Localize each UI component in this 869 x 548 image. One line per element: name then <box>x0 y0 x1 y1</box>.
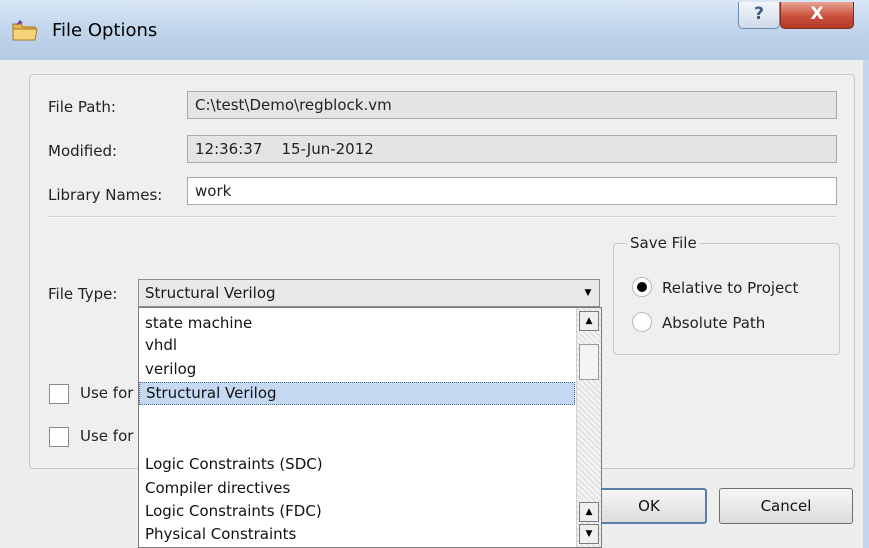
library-names-label: Library Names: <box>48 186 163 204</box>
title-bar: File Options ? X <box>0 0 869 60</box>
list-item[interactable]: Logic Constraints (FDC) <box>139 500 575 523</box>
window-title: File Options <box>52 20 158 41</box>
use-for-checkbox-2[interactable] <box>49 427 69 447</box>
cancel-button[interactable]: Cancel <box>719 488 853 524</box>
arrow-down-icon[interactable]: ▼ <box>579 524 599 544</box>
file-type-select[interactable]: Structural Verilog ▼ <box>138 279 600 307</box>
radio-relative-to-project[interactable] <box>632 277 652 297</box>
arrow-up-icon[interactable]: ▲ <box>579 311 599 331</box>
list-item[interactable]: Physical Constraints <box>139 523 575 546</box>
use-for-label-2: Use for <box>80 427 134 445</box>
file-type-dropdown-list[interactable]: state machine vhdl verilog Structural Ve… <box>138 307 602 548</box>
list-item[interactable]: Logic Constraints (SDC) <box>139 453 575 476</box>
file-type-label: File Type: <box>48 285 118 303</box>
modified-label: Modified: <box>48 142 118 160</box>
divider <box>48 216 837 218</box>
list-scrollbar[interactable]: ▲ ▲ ▼ <box>576 308 601 547</box>
close-button[interactable]: X <box>780 2 854 29</box>
chevron-down-icon[interactable]: ▼ <box>580 283 596 303</box>
help-button[interactable]: ? <box>738 2 780 29</box>
library-names-input[interactable]: work <box>187 177 837 205</box>
arrow-up-icon[interactable]: ▲ <box>579 502 599 522</box>
list-item-blank[interactable] <box>139 406 575 452</box>
list-item[interactable]: vhdl <box>139 334 575 357</box>
help-icon: ? <box>754 4 764 24</box>
save-file-group <box>613 243 840 355</box>
folder-icon <box>12 20 38 42</box>
radio-absolute-path[interactable] <box>632 312 652 332</box>
close-icon: X <box>810 4 824 24</box>
file-path-field: C:\test\Demo\regblock.vm <box>187 91 837 119</box>
file-path-label: File Path: <box>48 98 116 116</box>
radio-absolute-label: Absolute Path <box>662 314 766 332</box>
list-item[interactable]: state machine <box>139 312 575 335</box>
list-item[interactable]: Compiler directives <box>139 477 575 500</box>
list-item[interactable]: verilog <box>139 358 575 381</box>
radio-selected-dot <box>637 282 647 292</box>
radio-relative-label: Relative to Project <box>662 279 799 297</box>
use-for-checkbox-1[interactable] <box>49 384 69 404</box>
ok-button[interactable]: OK <box>591 488 707 524</box>
file-type-selected-value: Structural Verilog <box>145 284 276 302</box>
modified-field: 12:36:37 15-Jun-2012 <box>187 135 837 163</box>
save-file-legend: Save File <box>627 234 700 252</box>
use-for-label-1: Use for <box>80 384 134 402</box>
list-item-selected[interactable]: Structural Verilog <box>139 382 575 405</box>
scroll-thumb[interactable] <box>579 344 599 380</box>
